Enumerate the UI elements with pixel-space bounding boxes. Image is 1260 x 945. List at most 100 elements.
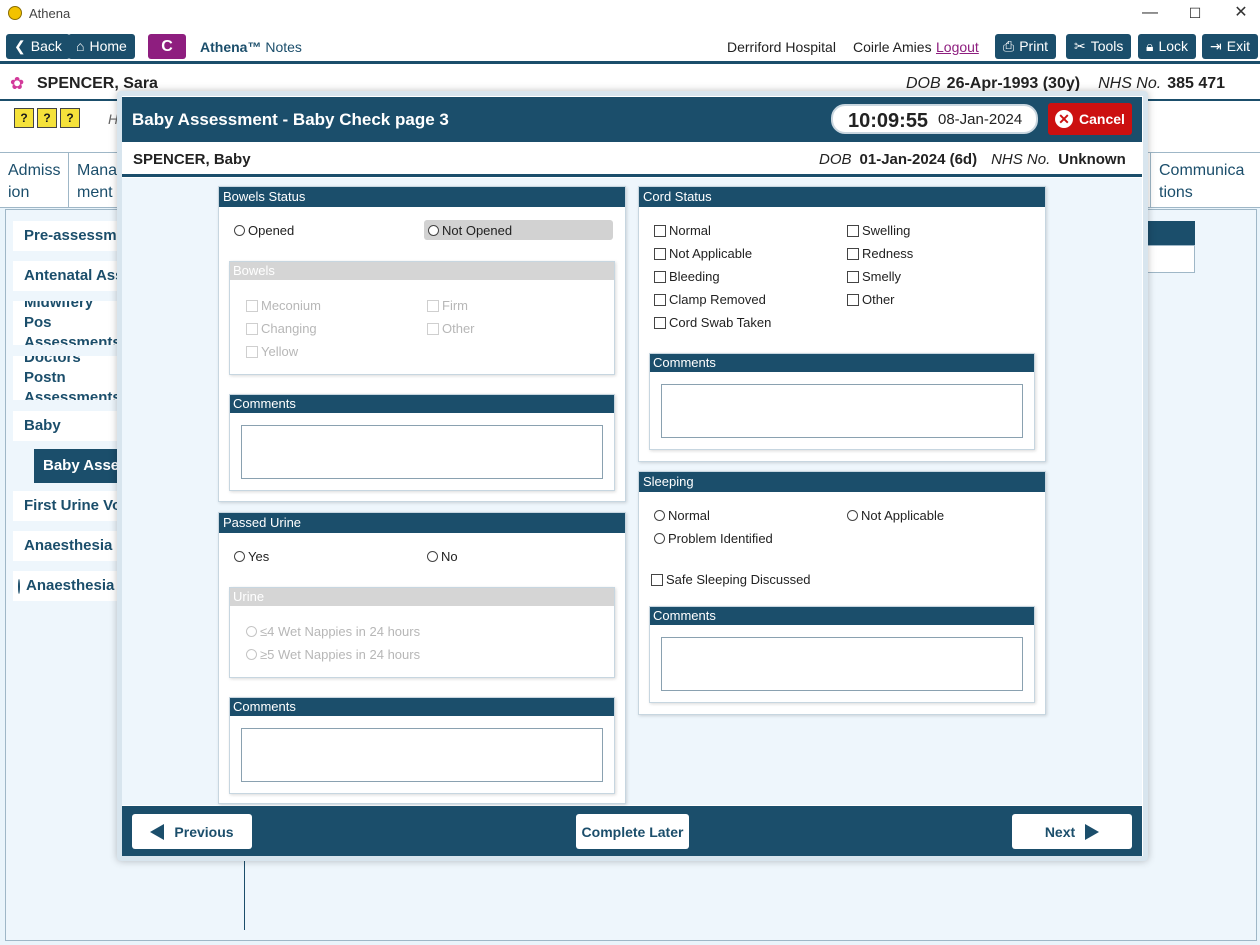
radio-icon bbox=[234, 225, 245, 236]
wet-nappies-ge5-radio[interactable]: ≥5 Wet Nappies in 24 hours bbox=[246, 646, 420, 663]
alert-list-icon[interactable]: ? bbox=[14, 108, 34, 128]
sidebar-item-pre-assessment[interactable]: Pre-assessmen bbox=[13, 221, 123, 251]
logout-link[interactable]: Logout bbox=[936, 39, 979, 55]
cord-clamp-removed-checkbox[interactable]: Clamp Removed bbox=[654, 291, 766, 308]
radio-icon bbox=[654, 533, 665, 544]
previous-button[interactable]: Previous bbox=[132, 814, 252, 849]
urine-comments-title: Comments bbox=[230, 698, 614, 716]
baby-name: SPENCER, Baby bbox=[133, 151, 251, 168]
checkbox-icon bbox=[654, 247, 666, 260]
sidebar-item-anaesthesia[interactable]: Anaesthesia bbox=[13, 571, 123, 601]
checkbox-icon bbox=[654, 293, 666, 306]
bowels-comments-title: Comments bbox=[230, 395, 614, 413]
tools-button[interactable]: ✂ Tools bbox=[1066, 34, 1132, 59]
urine-comments-input[interactable] bbox=[241, 728, 603, 782]
tab-admission[interactable]: Admiss ion bbox=[0, 152, 69, 208]
user-name: Coirle Amies bbox=[853, 39, 932, 55]
window-title-bar: Athena — ☐ ✕ bbox=[0, 0, 1260, 28]
chevron-left-icon: ❮ bbox=[14, 38, 26, 54]
window-title: Athena bbox=[29, 6, 71, 21]
cord-redness-checkbox[interactable]: Redness bbox=[847, 245, 913, 262]
sidebar-item-doctors-postnatal[interactable]: Doctors Postn Assessments bbox=[13, 356, 123, 400]
cord-smelly-checkbox[interactable]: Smelly bbox=[847, 268, 901, 285]
next-button[interactable]: Next bbox=[1012, 814, 1132, 849]
bowels-not-opened-radio[interactable]: Not Opened bbox=[424, 220, 613, 240]
home-button[interactable]: ⌂ Home bbox=[68, 34, 135, 59]
help-icon[interactable]: ? bbox=[37, 108, 57, 128]
bowels-other-checkbox[interactable]: Other bbox=[427, 320, 475, 337]
safe-sleeping-checkbox[interactable]: Safe Sleeping Discussed bbox=[651, 571, 811, 588]
radio-icon bbox=[234, 551, 245, 562]
checkbox-icon bbox=[847, 247, 859, 260]
cord-comments-input[interactable] bbox=[661, 384, 1023, 438]
back-button[interactable]: ❮ Back bbox=[6, 34, 70, 59]
baby-identifiers: DOB 01-Jan-2024 (6d) NHS No. Unknown bbox=[819, 151, 1126, 168]
sidebar-item-baby[interactable]: Baby bbox=[13, 411, 123, 441]
sidebar-item-antenatal[interactable]: Antenatal Ass bbox=[13, 261, 123, 291]
c-badge-button[interactable]: C bbox=[148, 34, 186, 59]
cancel-button[interactable]: ✕ Cancel bbox=[1048, 103, 1132, 135]
meconium-checkbox[interactable]: Meconium bbox=[246, 297, 321, 314]
bowels-status-title: Bowels Status bbox=[219, 187, 625, 207]
background-table-header bbox=[1140, 221, 1195, 245]
sleeping-comments-title: Comments bbox=[650, 607, 1034, 625]
tab-management[interactable]: Mana ment bbox=[69, 152, 121, 208]
sleeping-comments-input[interactable] bbox=[661, 637, 1023, 691]
home-icon: ⌂ bbox=[76, 38, 85, 54]
urine-yes-radio[interactable]: Yes bbox=[234, 548, 269, 565]
sleeping-normal-radio[interactable]: Normal bbox=[654, 507, 710, 524]
sleeping-title: Sleeping bbox=[639, 472, 1045, 492]
main-toolbar: ❮ Back ⌂ Home C Athena™ Notes Derriford Ho… bbox=[0, 28, 1260, 64]
urine-subtitle: Urine bbox=[230, 588, 614, 606]
yellow-checkbox[interactable]: Yellow bbox=[246, 343, 298, 360]
checkbox-icon bbox=[246, 345, 258, 358]
close-icon[interactable]: ✕ bbox=[1229, 2, 1253, 24]
checkbox-icon bbox=[246, 322, 258, 335]
sleeping-not-applicable-radio[interactable]: Not Applicable bbox=[847, 507, 944, 524]
checkbox-icon bbox=[427, 299, 439, 312]
radio-icon bbox=[246, 649, 257, 660]
minimize-icon[interactable]: — bbox=[1138, 2, 1162, 24]
lock-icon: 🔒︎ bbox=[1146, 38, 1154, 54]
cord-normal-checkbox[interactable]: Normal bbox=[654, 222, 711, 239]
checkbox-icon bbox=[847, 224, 859, 237]
cord-not-applicable-checkbox[interactable]: Not Applicable bbox=[654, 245, 752, 262]
sidebar-item-midwifery-postnatal[interactable]: Midwifery Pos Assessments bbox=[13, 301, 123, 345]
checkbox-icon bbox=[847, 293, 859, 306]
tools-icon: ✂ bbox=[1074, 38, 1086, 54]
maximize-icon[interactable]: ☐ bbox=[1183, 2, 1207, 24]
passed-urine-title: Passed Urine bbox=[219, 513, 625, 533]
print-button[interactable]: ⎙ Print bbox=[995, 34, 1056, 59]
changing-checkbox[interactable]: Changing bbox=[246, 320, 317, 337]
checkbox-icon bbox=[654, 270, 666, 283]
cord-bleeding-checkbox[interactable]: Bleeding bbox=[654, 268, 720, 285]
tab-communications[interactable]: Communica tions bbox=[1150, 152, 1260, 208]
urine-no-radio[interactable]: No bbox=[427, 548, 458, 565]
bowels-comments-input[interactable] bbox=[241, 425, 603, 479]
sidebar-item-baby-assessment[interactable]: Baby Assess bbox=[34, 449, 123, 483]
lock-button[interactable]: 🔒︎ Lock bbox=[1138, 34, 1197, 59]
wet-nappies-le4-radio[interactable]: ≤4 Wet Nappies in 24 hours bbox=[246, 623, 420, 640]
cord-swab-taken-checkbox[interactable]: Cord Swab Taken bbox=[654, 314, 771, 331]
radio-icon bbox=[427, 551, 438, 562]
bowels-opened-radio[interactable]: Opened bbox=[234, 222, 294, 239]
dialog-title: Baby Assessment - Baby Check page 3 bbox=[132, 110, 449, 129]
firm-checkbox[interactable]: Firm bbox=[427, 297, 468, 314]
sidebar-item-first-urine[interactable]: First Urine Voi bbox=[13, 491, 123, 521]
sidebar-item-anaesthesia-info[interactable]: Anaesthesia In bbox=[13, 531, 123, 561]
arrow-left-icon bbox=[150, 823, 165, 840]
close-circle-icon: ✕ bbox=[1055, 110, 1074, 128]
cord-swelling-checkbox[interactable]: Swelling bbox=[847, 222, 910, 239]
background-divider bbox=[244, 858, 245, 930]
printer-icon: ⎙ bbox=[1003, 38, 1015, 54]
female-flower-icon: ✿ bbox=[10, 74, 25, 93]
checkbox-icon bbox=[654, 316, 666, 329]
question-icon[interactable]: ? bbox=[60, 108, 80, 128]
exit-button[interactable]: ⇥ Exit bbox=[1202, 34, 1259, 59]
arrow-right-icon bbox=[1085, 823, 1100, 840]
cord-other-checkbox[interactable]: Other bbox=[847, 291, 895, 308]
sleeping-problem-radio[interactable]: Problem Identified bbox=[654, 530, 773, 547]
complete-later-button[interactable]: Complete Later bbox=[576, 814, 689, 849]
brand-label: Athena™ Notes bbox=[200, 39, 302, 55]
clock-date: 08-Jan-2024 bbox=[938, 111, 1023, 128]
